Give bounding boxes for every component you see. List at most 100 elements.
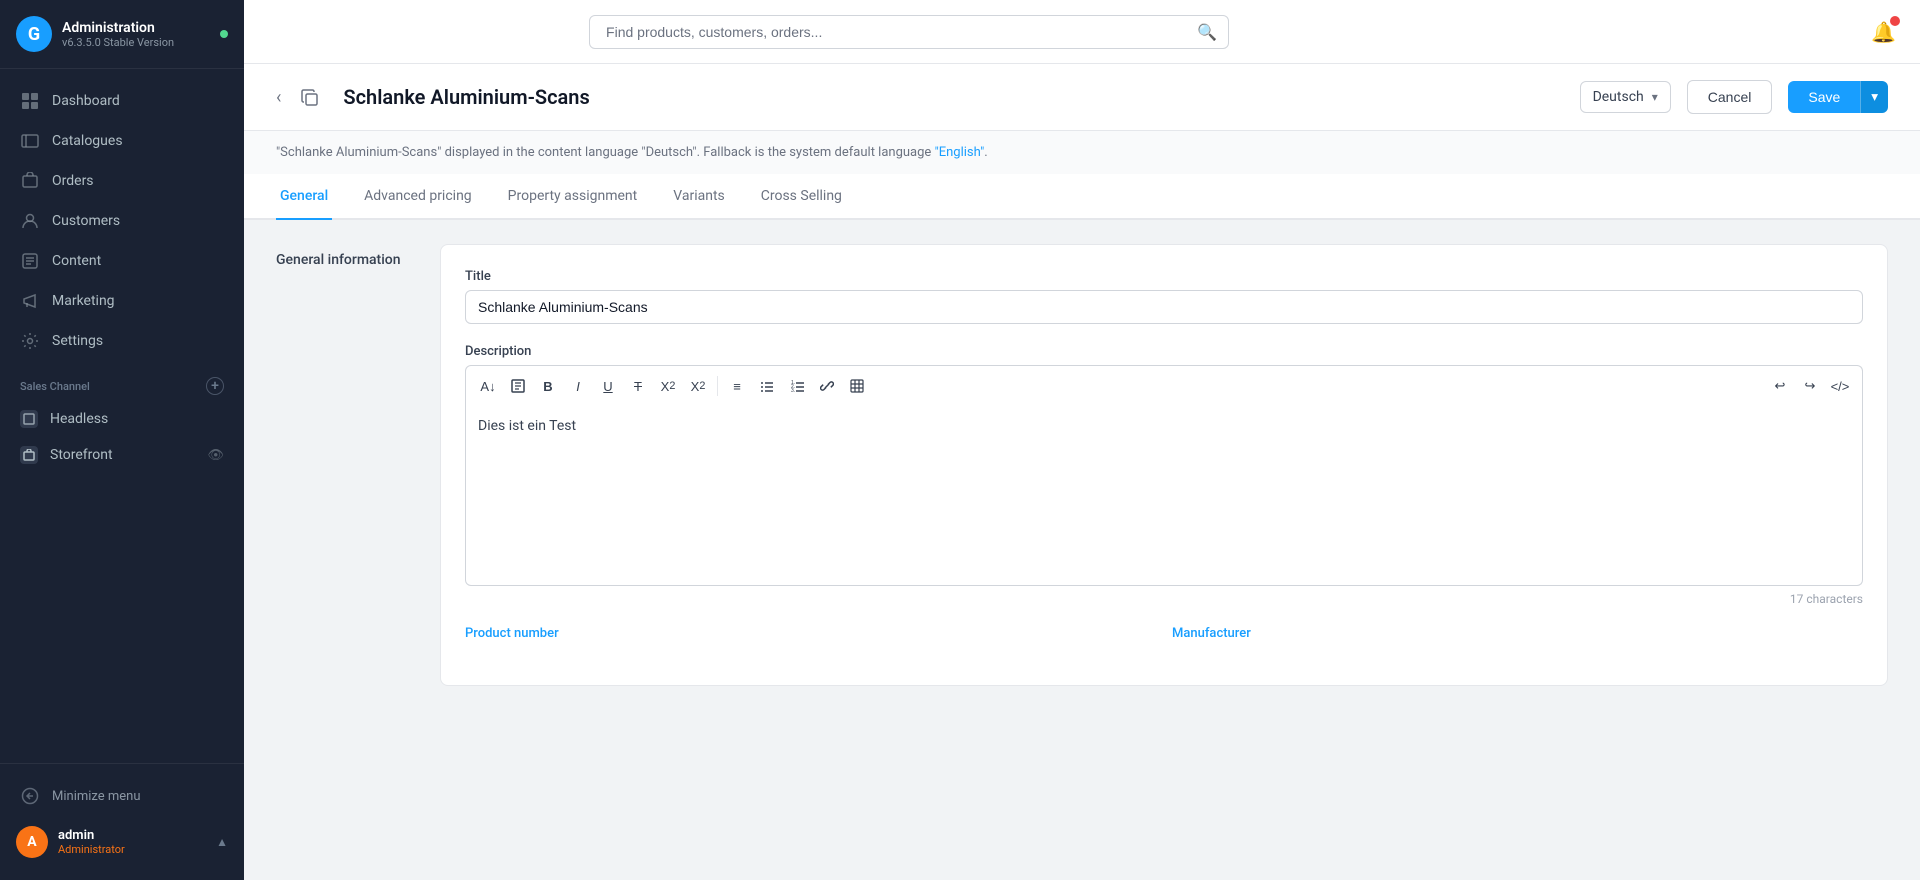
align-button[interactable]: ≡ (723, 372, 751, 400)
page-header: ‹ Schlanke Aluminium-Scans Deutsch ▾ Can… (244, 64, 1920, 131)
settings-icon (20, 331, 40, 351)
content-icon (20, 251, 40, 271)
sidebar-item-label: Customers (52, 213, 120, 229)
notice-text: "Schlanke Aluminium-Scans" displayed in … (276, 145, 935, 160)
user-role: Administrator (58, 843, 125, 856)
title-input[interactable] (465, 290, 1863, 324)
sidebar-item-settings[interactable]: Settings (0, 321, 244, 361)
storefront-channel-icon (20, 446, 38, 464)
online-indicator (220, 30, 228, 38)
save-dropdown-button[interactable]: ▾ (1860, 81, 1888, 113)
format-button[interactable] (504, 372, 532, 400)
svg-text:3.: 3. (791, 388, 795, 393)
tab-general[interactable]: General (276, 174, 332, 220)
search-bar: 🔍 (589, 15, 1229, 49)
subscript-button[interactable]: X2 (684, 372, 712, 400)
orders-icon (20, 171, 40, 191)
user-info: admin Administrator (58, 828, 125, 856)
product-number-label: Product number (465, 626, 1156, 641)
tab-property-assignment[interactable]: Property assignment (504, 174, 642, 220)
dashboard-icon (20, 91, 40, 111)
sidebar-item-label: Orders (52, 173, 94, 189)
app-info: Administration v6.3.5.0 Stable Version (62, 20, 174, 49)
minimize-menu-button[interactable]: Minimize menu (0, 776, 244, 816)
customers-icon (20, 211, 40, 231)
headless-label: Headless (50, 411, 108, 427)
link-button[interactable] (813, 372, 841, 400)
save-button[interactable]: Save (1788, 81, 1860, 113)
toolbar-right-group: ↩ ↪ </> (1766, 372, 1854, 400)
sidebar-item-headless[interactable]: Headless (0, 401, 244, 437)
tab-variants[interactable]: Variants (669, 174, 729, 220)
main-area: 🔍 🔔 ‹ Schlanke Aluminium-Scans Deutsch ▾ (244, 0, 1920, 880)
product-number-group: Product number (465, 626, 1156, 641)
sidebar-item-label: Settings (52, 333, 103, 349)
language-selector[interactable]: Deutsch ▾ (1580, 81, 1671, 113)
sidebar-item-orders[interactable]: Orders (0, 161, 244, 201)
sidebar-item-customers[interactable]: Customers (0, 201, 244, 241)
redo-button[interactable]: ↪ (1796, 372, 1824, 400)
description-editor[interactable]: Dies ist ein Test (465, 406, 1863, 586)
description-field-group: Description A↓ B I U T X2 X2 ≡ (465, 344, 1863, 606)
sidebar-item-marketing[interactable]: Marketing (0, 281, 244, 321)
sidebar-item-label: Content (52, 253, 101, 269)
manufacturer-group: Manufacturer (1172, 626, 1863, 641)
add-channel-button[interactable]: + (206, 377, 224, 395)
user-name: admin (58, 828, 125, 843)
user-section[interactable]: A admin Administrator ▲ (0, 816, 244, 868)
page-title: Schlanke Aluminium-Scans (343, 85, 1563, 109)
minimize-label: Minimize menu (52, 789, 141, 804)
back-button[interactable]: ‹ (276, 87, 281, 108)
manufacturer-label: Manufacturer (1172, 626, 1863, 641)
ordered-list-button[interactable]: 1.2.3. (783, 372, 811, 400)
notification-badge (1890, 16, 1900, 26)
sidebar-item-catalogues[interactable]: Catalogues (0, 121, 244, 161)
sidebar-footer: Minimize menu A admin Administrator ▲ (0, 763, 244, 880)
app-version: v6.3.5.0 Stable Version (62, 36, 174, 49)
sidebar-header: G Administration v6.3.5.0 Stable Version (0, 0, 244, 69)
product-manufacturer-row: Product number Manufacturer (465, 626, 1863, 661)
content-area: ‹ Schlanke Aluminium-Scans Deutsch ▾ Can… (244, 64, 1920, 880)
catalogues-icon (20, 131, 40, 151)
sidebar-item-dashboard[interactable]: Dashboard (0, 81, 244, 121)
english-language-link[interactable]: "English" (935, 145, 985, 160)
bold-button[interactable]: B (534, 372, 562, 400)
italic-button[interactable]: I (564, 372, 592, 400)
copy-button[interactable] (301, 87, 319, 107)
strikethrough-button[interactable]: T (624, 372, 652, 400)
superscript-button[interactable]: X2 (654, 372, 682, 400)
minimize-icon (20, 786, 40, 806)
sidebar-item-label: Dashboard (52, 93, 120, 109)
search-icon: 🔍 (1197, 22, 1217, 41)
sidebar-item-storefront[interactable]: Storefront 👁 (0, 437, 244, 473)
form-section-label: General information (276, 244, 416, 686)
toolbar-separator (717, 376, 718, 396)
underline-button[interactable]: U (594, 372, 622, 400)
language-value: Deutsch (1593, 89, 1644, 105)
notice-bar: "Schlanke Aluminium-Scans" displayed in … (244, 131, 1920, 174)
marketing-icon (20, 291, 40, 311)
search-input[interactable] (589, 15, 1229, 49)
sidebar-item-label: Marketing (52, 293, 115, 309)
sidebar-item-label: Catalogues (52, 133, 123, 149)
font-size-button[interactable]: A↓ (474, 372, 502, 400)
headless-channel-icon (20, 410, 38, 428)
code-button[interactable]: </> (1826, 372, 1854, 400)
tab-advanced-pricing[interactable]: Advanced pricing (360, 174, 476, 220)
topbar: 🔍 🔔 (244, 0, 1920, 64)
notifications-button[interactable]: 🔔 (1871, 20, 1896, 44)
eye-icon: 👁 (207, 448, 224, 463)
app-logo: G (16, 16, 52, 52)
tab-cross-selling[interactable]: Cross Selling (757, 174, 846, 220)
chevron-down-icon: ▾ (1652, 90, 1658, 104)
sidebar-item-content[interactable]: Content (0, 241, 244, 281)
form-area: General information Title Description A↓ (244, 220, 1920, 710)
table-button[interactable] (843, 372, 871, 400)
form-card: Title Description A↓ B I U T (440, 244, 1888, 686)
undo-button[interactable]: ↩ (1766, 372, 1794, 400)
notice-period: . (984, 145, 987, 160)
storefront-label: Storefront (50, 447, 113, 463)
bullet-list-button[interactable] (753, 372, 781, 400)
editor-content: Dies ist ein Test (478, 418, 576, 434)
cancel-button[interactable]: Cancel (1687, 80, 1773, 114)
